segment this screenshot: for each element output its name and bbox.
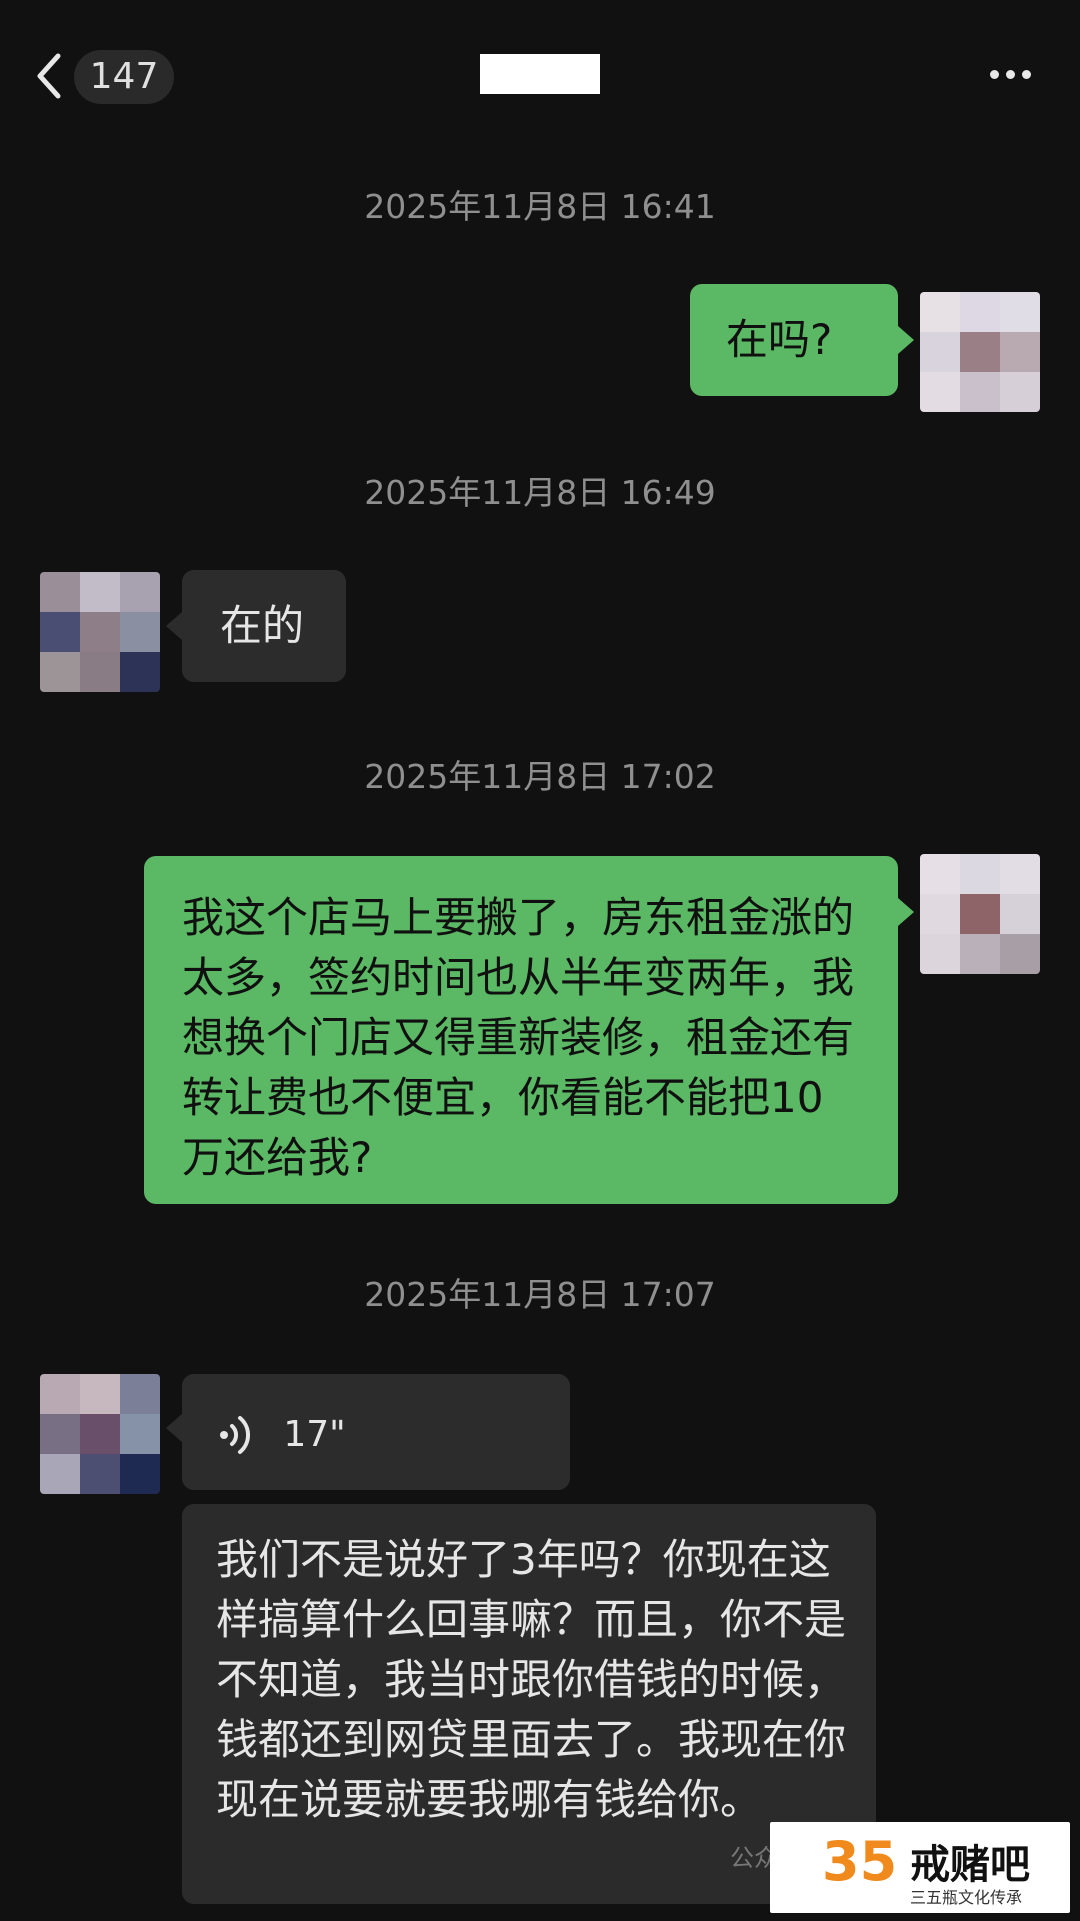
incoming-message[interactable]: 在的: [182, 570, 346, 682]
watermark-subtitle: 三五瓶文化传承: [910, 1888, 1023, 1907]
watermark-name: 戒赌吧: [910, 1842, 1030, 1888]
timestamp: 2025年11月8日 16:41: [364, 187, 716, 226]
watermark-logo: 35 戒赌吧 三五瓶文化传承: [770, 1822, 1070, 1913]
bubble-tail: [166, 612, 182, 640]
unread-count-badge[interactable]: 147: [74, 50, 174, 104]
message-text: 我这个店马上要搬了，房东租金涨的太多，签约时间也从半年变两年，我想换个门店又得重…: [182, 893, 855, 1182]
timestamp: 2025年11月8日 17:07: [364, 1275, 716, 1314]
timestamp: 2025年11月8日 16:49: [364, 473, 716, 512]
bubble-tail: [898, 898, 914, 926]
transcript-text: 我们不是说好了3年吗？你现在这样搞算什么回事嘛？而且，你不是不知道，我当时跟你借…: [216, 1535, 847, 1824]
contact-avatar-pixelated[interactable]: [40, 572, 160, 692]
timestamp: 2025年11月8日 17:02: [364, 757, 716, 796]
outgoing-message[interactable]: 我这个店马上要搬了，房东租金涨的太多，签约时间也从半年变两年，我想换个门店又得重…: [144, 856, 898, 1204]
more-dots-icon[interactable]: [990, 64, 1040, 88]
bubble-tail: [166, 1414, 182, 1442]
my-avatar-pixelated[interactable]: [920, 854, 1040, 974]
outgoing-message[interactable]: 在吗?: [690, 284, 898, 396]
voice-message[interactable]: 17": [182, 1374, 570, 1490]
my-avatar-pixelated[interactable]: [920, 292, 1040, 412]
contact-avatar-pixelated[interactable]: [40, 1374, 160, 1494]
message-text: 在吗?: [726, 315, 833, 364]
back-chevron-icon[interactable]: [30, 46, 70, 106]
bubble-tail: [898, 326, 914, 354]
voice-wave-icon: [216, 1410, 256, 1460]
chat-title-redacted: [480, 54, 600, 94]
watermark-logo-number: 35: [822, 1830, 898, 1893]
voice-duration: 17": [283, 1413, 346, 1455]
message-text: 在的: [220, 601, 305, 650]
